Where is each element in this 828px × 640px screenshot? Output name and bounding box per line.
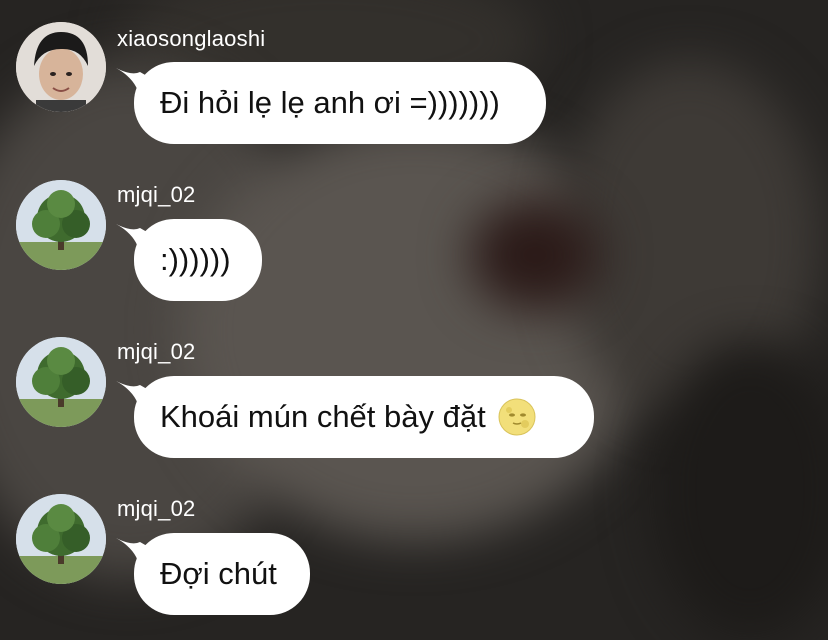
message-bubble[interactable]: Đi hỏi lẹ lẹ anh ơi =))))))) xyxy=(134,62,546,144)
user-avatar[interactable] xyxy=(16,22,106,112)
username: xiaosonglaoshi xyxy=(117,26,266,51)
username: mjqi_02 xyxy=(117,339,196,364)
message-text: Khoái mún chết bày đặt xyxy=(160,399,486,434)
message-bubble[interactable]: :)))))) xyxy=(134,219,262,301)
username: mjqi_02 xyxy=(117,182,196,207)
message-text: Đợi chút xyxy=(160,556,277,591)
message-text: :)))))) xyxy=(160,242,231,277)
user-avatar[interactable] xyxy=(16,337,106,427)
username: mjqi_02 xyxy=(117,496,196,521)
message-bubble[interactable]: Đợi chút xyxy=(134,533,310,615)
user-avatar[interactable] xyxy=(16,494,106,584)
full-moon-face-icon xyxy=(498,398,536,436)
user-avatar[interactable] xyxy=(16,180,106,270)
message-bubble[interactable]: Khoái mún chết bày đặt xyxy=(134,376,594,458)
message-text: Đi hỏi lẹ lẹ anh ơi =))))))) xyxy=(160,85,500,120)
